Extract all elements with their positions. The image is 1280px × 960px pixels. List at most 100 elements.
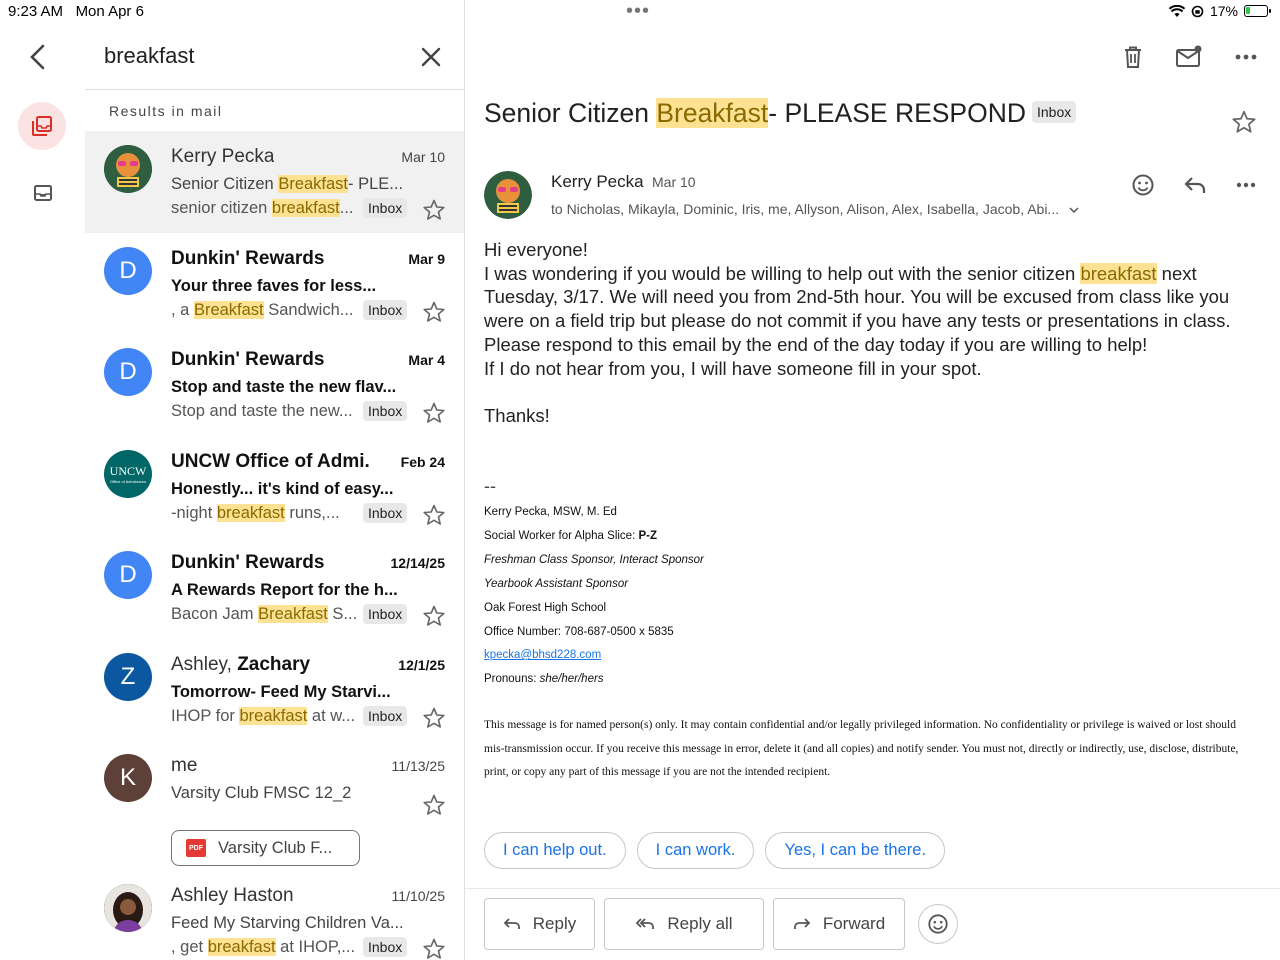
body-paragraph: I was wondering if you would be willing … [484,262,1231,332]
tiger-mascot-icon [104,145,152,193]
smart-replies: I can help out. I can work. Yes, I can b… [484,832,946,869]
forward-action-button[interactable]: Forward [773,898,905,950]
email-date: Feb 24 [400,453,445,470]
sender-name: Dunkin' Rewards [171,349,325,370]
sender-name: Kerry Pecka [551,172,644,191]
avatar [104,145,152,193]
rail-mail-button[interactable] [18,102,66,150]
reply-all-label: Reply all [667,914,733,933]
reply-icon [503,918,520,929]
star-icon[interactable] [422,401,446,425]
star-icon[interactable] [422,503,446,527]
rail-inbox-button[interactable] [28,178,58,208]
star-icon[interactable] [422,300,446,324]
back-arrow-icon[interactable] [24,40,54,74]
signature-role: Social Worker for Alpha Slice: P-Z [484,530,657,542]
attachment-name: Varsity Club F... [218,838,333,857]
email-row[interactable]: K me 11/13/25 Varsity Club FMSC 12_2 PDF… [85,740,464,870]
recipients[interactable]: to Nicholas, Mikayla, Dominic, Iris, me,… [551,201,1079,217]
trash-icon [1125,46,1141,68]
mail-stack-icon [32,116,52,136]
uncw-logo-text: UNCW [109,463,147,478]
sender-name: Dunkin' Rewards [171,552,325,573]
email-subject: Stop and taste the new flav... [171,378,397,396]
mail-unread-icon [1176,45,1202,67]
email-date: 12/1/25 [398,656,445,673]
chevron-down-icon [1069,207,1079,214]
email-row[interactable]: D Dunkin' Rewards Mar 9 Your three faves… [85,233,464,335]
email-subject: A Rewards Report for the h... [171,581,398,599]
message-body: Hi everyone! I was wondering if you woul… [484,238,1264,428]
email-snippet: senior citizen breakfast... [171,199,354,217]
mark-unread-button[interactable] [1174,42,1204,72]
star-icon[interactable] [422,793,446,817]
sender-name: Kerry Pecka [171,146,275,167]
emoji-react-button[interactable] [1129,171,1157,199]
email-row[interactable]: Z Ashley, Zachary 12/1/25 Tomorrow- Feed… [85,639,464,741]
sender-name: Dunkin' Rewards [171,247,325,269]
signature-phone: Office Number: 708-687-0500 x 5835 [484,626,674,638]
divider [85,89,465,90]
star-icon[interactable] [1231,109,1257,135]
smart-reply-button[interactable]: I can work. [636,832,755,869]
signature-sponsor: Yearbook Assistant Sponsor [484,578,629,590]
avatar: D [104,246,152,295]
action-bar: Reply Reply all Forward [484,898,958,950]
avatar: D [104,348,152,396]
smiley-icon [928,914,948,934]
results-label: Results in mail [109,103,223,119]
email-row[interactable]: UNCW Office of Admissions UNCW Office of… [85,436,464,538]
avatar: Z [104,652,152,701]
signature-name: Kerry Pecka, MSW, M. Ed [484,506,617,518]
closing: Thanks! [484,404,550,426]
inbox-label-chip: Inbox [363,502,408,523]
inbox-label-chip: Inbox [363,937,408,957]
email-row[interactable]: Ashley Haston 11/10/25 Feed My Starving … [85,870,464,960]
reply-all-action-button[interactable]: Reply all [604,898,764,950]
reply-button[interactable] [1181,171,1209,199]
reply-action-button[interactable]: Reply [484,898,595,950]
search-input[interactable]: breakfast [104,43,195,69]
tiger-mascot-icon [484,171,532,219]
search-results-pane: breakfast Results in mail Kerry Pecka Ma… [0,0,465,960]
star-icon[interactable] [422,604,446,628]
body-paragraph: Please respond to this email by the end … [484,333,1148,355]
attachment-chip[interactable]: PDF Varsity Club F... [171,830,360,866]
inbox-label-chip: Inbox [363,705,408,726]
email-row[interactable]: D Dunkin' Rewards 12/14/25 A Rewards Rep… [85,537,464,639]
sender-name: Ashley Haston [171,885,294,906]
delete-button[interactable] [1118,42,1148,72]
greeting: Hi everyone! [484,239,588,260]
signature-sponsor: Freshman Class Sponsor, Interact Sponsor [484,554,704,566]
inbox-label-chip: Inbox [1032,101,1077,123]
more-options-button[interactable] [1231,42,1261,72]
close-icon[interactable] [418,44,444,70]
message-more-button[interactable] [1232,171,1260,199]
reply-label: Reply [532,914,577,933]
star-icon[interactable] [422,198,446,222]
message-pane: Senior Citizen Breakfast- PLEASE RESPOND… [465,0,1280,960]
smart-reply-button[interactable]: I can help out. [484,832,626,869]
more-horizontal-icon [1235,54,1257,60]
body-paragraph: If I do not hear from you, I will have s… [484,357,982,379]
signature-email-link[interactable]: kpecka@bhsd228.com [484,649,601,661]
email-subject: Your three faves for less... [171,276,377,295]
reply-icon [1184,177,1206,193]
reply-all-icon [636,918,655,929]
forward-label: Forward [822,914,886,933]
star-icon[interactable] [422,937,446,960]
email-date: Mar 4 [408,352,445,368]
emoji-reply-button[interactable] [918,904,958,944]
smart-reply-button[interactable]: Yes, I can be there. [765,832,946,869]
inbox-label-chip: Inbox [363,299,408,320]
email-subject: Varsity Club FMSC 12_2 [171,784,352,802]
pdf-icon: PDF [186,839,206,857]
avatar [104,884,152,932]
signature-pronouns: Pronouns: she/her/hers [484,673,604,685]
signature-school: Oak Forest High School [484,602,607,614]
star-icon[interactable] [422,706,446,730]
email-subject: Tomorrow- Feed My Starvi... [171,682,391,701]
email-row[interactable]: D Dunkin' Rewards Mar 4 Stop and taste t… [85,334,464,436]
email-row[interactable]: Kerry Pecka Mar 10 Senior Citizen Breakf… [85,131,464,233]
sender-avatar[interactable] [484,171,532,219]
